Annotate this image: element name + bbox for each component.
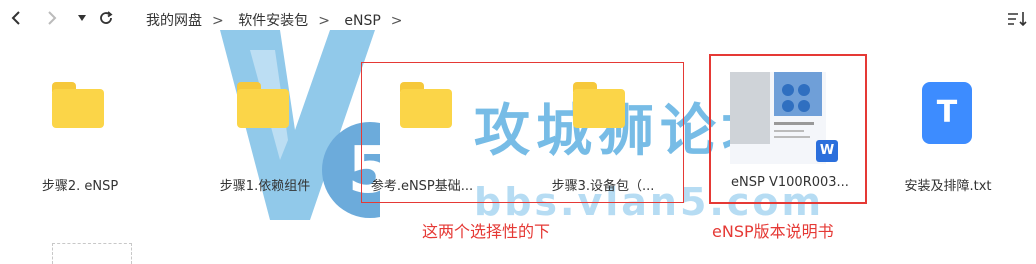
file-item-folder[interactable]: 步骤2. eNSP <box>0 70 160 200</box>
file-item-folder[interactable]: 步骤1.依赖组件 <box>185 70 345 200</box>
txt-file-icon: T <box>922 82 972 144</box>
selection-highlight-box <box>361 62 684 203</box>
sort-icon <box>1008 12 1027 27</box>
sort-button[interactable] <box>1006 8 1028 30</box>
refresh-icon <box>100 11 113 24</box>
file-name: 步骤2. eNSP <box>41 179 119 194</box>
chevron-right-icon <box>48 11 57 25</box>
breadcrumb-separator: > <box>390 13 403 29</box>
toolbar: 我的网盘 > 软件安装包 > eNSP > <box>0 0 1036 38</box>
partial-item-placeholder <box>52 243 132 264</box>
manual-highlight-box <box>709 54 867 204</box>
breadcrumb-item[interactable]: 我的网盘 <box>146 13 202 29</box>
selection-note: 这两个选择性的下 <box>422 222 551 241</box>
caret-down-icon <box>78 15 86 21</box>
forward-button[interactable] <box>40 6 64 30</box>
back-button[interactable] <box>4 6 28 30</box>
folder-icon <box>52 82 104 128</box>
history-dropdown-button[interactable] <box>70 6 94 30</box>
file-name: 步骤1.依赖组件 <box>219 179 311 194</box>
manual-note: eNSP版本说明书 <box>712 222 834 241</box>
file-name: 安装及排障.txt <box>904 179 992 194</box>
chevron-left-icon <box>11 11 20 25</box>
folder-icon <box>237 82 289 128</box>
refresh-button[interactable] <box>94 6 118 30</box>
